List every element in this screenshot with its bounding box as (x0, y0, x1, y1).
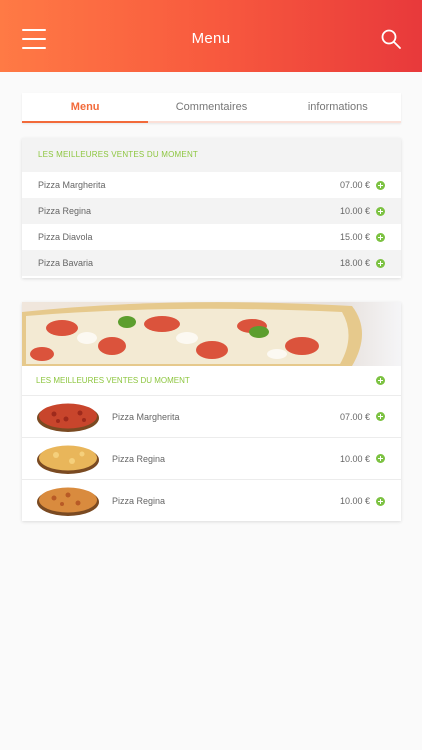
item-price: 07.00 € (339, 180, 370, 190)
item-price: 10.00 € (339, 453, 370, 464)
add-icon[interactable] (376, 412, 385, 421)
add-icon[interactable] (376, 232, 385, 242)
section-heading: LES MEILLEURES VENTES DU MOMENT (22, 366, 401, 396)
tab-commentaires[interactable]: Commentaires (148, 93, 275, 123)
item-name: Pizza Margherita (38, 180, 106, 190)
item-price: 10.00 € (339, 206, 370, 216)
pizza-margherita-image (37, 403, 99, 432)
pizza-regina-image (37, 445, 99, 474)
add-icon[interactable] (376, 258, 385, 268)
add-icon[interactable] (376, 454, 385, 463)
list-item[interactable]: Pizza Bavaria 18.00 € (22, 250, 401, 276)
list-item[interactable]: Pizza Regina 10.00 € (22, 480, 401, 522)
section-heading-text: LES MEILLEURES VENTES DU MOMENT (36, 376, 190, 385)
list-item[interactable]: Pizza Regina 10.00 € (22, 438, 401, 480)
item-name: Pizza Regina (38, 206, 92, 216)
pizza-banner-image (22, 302, 401, 366)
list-item[interactable]: Pizza Margherita 07.00 € (22, 396, 401, 438)
tab-bar: Menu Commentaires informations (22, 93, 401, 123)
item-price: 10.00 € (339, 496, 370, 506)
list-item[interactable]: Pizza Margherita 07.00 € (22, 172, 401, 198)
add-icon[interactable] (376, 180, 385, 190)
add-icon[interactable] (376, 376, 385, 385)
app-header: Menu (0, 0, 422, 72)
section-heading: LES MEILLEURES VENTES DU MOMENT (22, 138, 401, 172)
search-icon[interactable] (380, 28, 402, 50)
list-item[interactable]: Pizza Diavola 15.00 € (22, 224, 401, 250)
bestsellers-list-card: LES MEILLEURES VENTES DU MOMENT Pizza Ma… (22, 138, 401, 278)
add-icon[interactable] (376, 206, 385, 216)
item-price: 07.00 € (339, 411, 370, 422)
item-name: Pizza Diavola (38, 232, 93, 242)
item-name: Pizza Regina (112, 496, 166, 506)
add-icon[interactable] (376, 496, 385, 506)
item-price: 18.00 € (339, 258, 370, 268)
item-price: 15.00 € (339, 232, 370, 242)
page-title: Menu (191, 30, 231, 47)
item-name: Pizza Bavaria (38, 258, 94, 268)
tab-informations[interactable]: informations (274, 93, 401, 123)
item-name: Pizza Margherita (112, 411, 180, 422)
bestsellers-photo-card: LES MEILLEURES VENTES DU MOMENT Pizza Ma… (22, 302, 401, 521)
tab-menu[interactable]: Menu (22, 93, 149, 123)
pizza-regina-image (37, 487, 99, 516)
item-name: Pizza Regina (112, 453, 166, 464)
list-item[interactable]: Pizza Regina 10.00 € (22, 198, 401, 224)
